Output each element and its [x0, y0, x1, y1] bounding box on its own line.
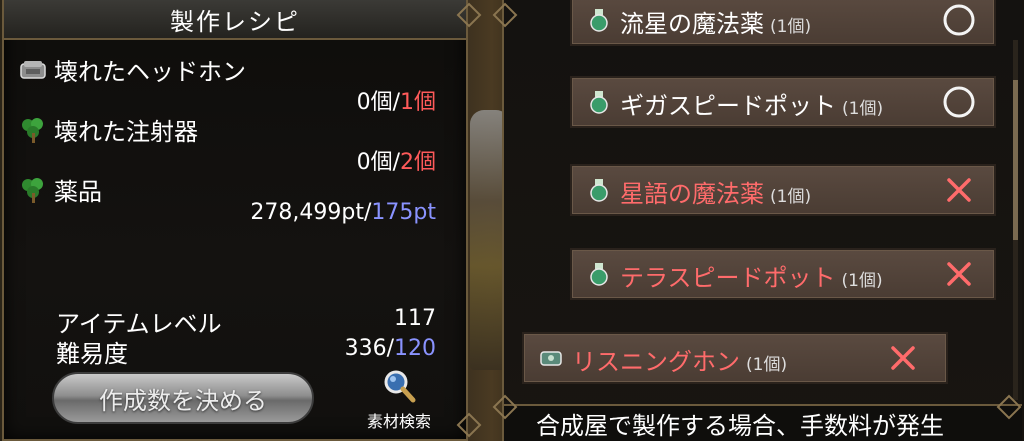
material-name: 壊れた注射器	[54, 118, 198, 146]
corner-ornament-icon	[492, 2, 518, 28]
material-search-button[interactable]: 素材検索	[354, 368, 444, 434]
recipe-panel-title: 製作レシピ	[4, 0, 466, 40]
circle-mark-icon	[943, 4, 975, 36]
potion-icon	[590, 91, 608, 114]
decide-quantity-button[interactable]: 作成数を決める	[52, 372, 314, 424]
potion-icon	[590, 179, 608, 202]
material-name: 壊れたヘッドホン	[54, 58, 246, 86]
material-quantity: 278,499pt/175pt	[250, 200, 436, 225]
material-item: 薬品	[18, 172, 102, 207]
recipe-row-selected[interactable]: リスニングホン (1個)	[522, 332, 948, 384]
recipe-list-scrollbar[interactable]	[1013, 40, 1018, 400]
material-search-label: 素材検索	[366, 412, 431, 431]
cross-mark-icon	[947, 178, 971, 202]
listening-phone-icon	[540, 351, 562, 366]
scrollbar-thumb[interactable]	[1013, 80, 1018, 240]
corner-ornament-icon	[492, 394, 518, 420]
cross-mark-icon	[947, 262, 971, 286]
recipe-panel: 製作レシピ 壊れたヘッドホン 0個/1個 壊れた注射器 0個/2個 薬品 278…	[2, 0, 468, 441]
recipe-name: ギガスピードポット (1個)	[620, 92, 884, 120]
recipe-row[interactable]: 星語の魔法薬 (1個)	[570, 164, 996, 216]
recipe-name: テラスピードポット (1個)	[620, 264, 883, 292]
headphone-material-icon	[20, 60, 46, 79]
recipe-name: 流星の魔法薬 (1個)	[620, 10, 812, 38]
difficulty-label: 難易度	[56, 340, 128, 368]
material-item: 壊れた注射器	[18, 112, 198, 147]
recipe-row[interactable]: テラスピードポット (1個)	[570, 248, 996, 300]
recipe-row[interactable]: ギガスピードポット (1個)	[570, 76, 996, 128]
recipe-name: リスニングホン (1個)	[572, 348, 788, 376]
corner-ornament-icon	[456, 2, 482, 28]
fee-notice: 合成屋で製作する場合、手数料が発生	[504, 404, 1022, 441]
potion-icon	[590, 9, 608, 32]
herb-icon	[22, 177, 43, 203]
item-level-value: 117	[394, 306, 436, 331]
circle-mark-icon	[943, 86, 975, 118]
recipe-name: 星語の魔法薬 (1個)	[620, 180, 812, 208]
difficulty-value: 336/120	[344, 336, 436, 361]
herb-icon	[22, 117, 43, 143]
corner-ornament-icon	[996, 394, 1022, 420]
cross-mark-icon	[891, 346, 915, 370]
material-quantity: 0個/2個	[356, 150, 436, 175]
corner-ornament-icon	[456, 412, 482, 438]
potion-icon	[590, 263, 608, 286]
recipe-row[interactable]: 流星の魔法薬 (1個)	[570, 0, 996, 46]
material-item: 壊れたヘッドホン	[18, 52, 246, 87]
magnifier-icon	[384, 370, 416, 403]
material-quantity: 0個/1個	[356, 90, 436, 115]
material-name: 薬品	[54, 178, 102, 206]
